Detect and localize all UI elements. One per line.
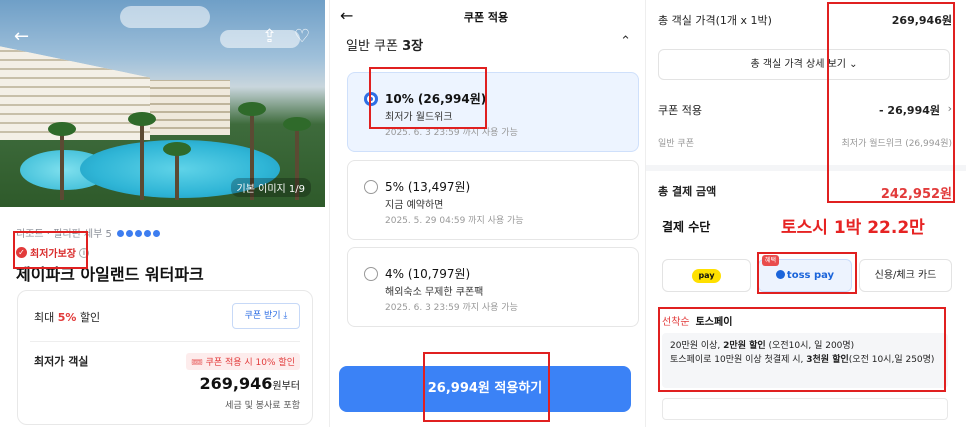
room-price-value: 269,946원: [891, 14, 952, 27]
promo-details: 20만원 이상, 2만원 할인 (오전10시, 일 200명) 토스페이로 10…: [662, 333, 948, 388]
general-coupon-value: 최저가 월드위크 (26,994원): [841, 139, 952, 149]
benefit-badge: 혜택: [762, 255, 780, 266]
lowest-price-badge: ✓ 최저가보장 i: [16, 245, 89, 260]
general-coupon-label: 일반 쿠폰: [658, 139, 694, 149]
coupon-desc: 해외숙소 무제한 쿠폰팩: [385, 287, 484, 298]
next-section: [662, 398, 948, 420]
coupon-discount-tag: 🎟 쿠폰 적용 시 10% 할인: [186, 353, 300, 370]
radio-unselected[interactable]: [364, 267, 378, 281]
card-button[interactable]: 신용/체크 카드: [859, 259, 952, 292]
radio-selected[interactable]: [364, 92, 378, 106]
promo-line-2: 토스페이로 10만원 이상 첫결제 시, 3천원 할인(오전 10시,일 250…: [670, 355, 935, 365]
radio-unselected[interactable]: [364, 180, 378, 194]
coupon-option[interactable]: 10% (26,994원) 최저가 월드위크 2025. 6. 3 23:59 …: [347, 72, 639, 152]
info-icon[interactable]: i: [79, 247, 89, 258]
promo-line-1: 20만원 이상, 2만원 할인 (오전10시, 일 200명): [670, 341, 855, 351]
promo-heading: 선착순 토스페이: [662, 317, 733, 328]
price-card: 최대 5% 할인 쿠폰 받기 ⤓ 최저가 객실 🎟 쿠폰 적용 시 10% 할인…: [17, 290, 313, 425]
coupon-option[interactable]: 4% (10,797원) 해외숙소 무제한 쿠폰팩 2025. 6. 3 23:…: [347, 247, 639, 327]
room-price-row: 총 객실 가격(1개 x 1박) 269,946원: [658, 12, 952, 28]
payment-panel: 총 객실 가격(1개 x 1박) 269,946원 총 객실 가격 상세 보기 …: [645, 0, 966, 427]
coupon-title: 5% (13,497원): [385, 180, 471, 194]
hotel-name: 제이파크 아일랜드 워터파크: [16, 265, 204, 284]
coupon-section-title[interactable]: 일반 쿠폰 3장: [346, 35, 423, 54]
room-label: 최저가 객실: [34, 355, 89, 368]
share-icon[interactable]: ⇪: [262, 28, 277, 46]
payment-method-title: 결제 수단: [662, 220, 711, 234]
total-value: 242,952원: [880, 187, 952, 202]
room-price-detail-button[interactable]: 총 객실 가격 상세 보기 ⌄: [658, 49, 950, 80]
coupon-row[interactable]: 쿠폰 적용 - 26,994원 ›: [658, 102, 952, 118]
room-price-label: 총 객실 가격(1개 x 1박): [658, 14, 772, 27]
total-row: 총 결제 금액 242,952원: [658, 183, 952, 202]
back-icon[interactable]: ←: [14, 28, 29, 46]
coupon-date: 2025. 6. 3 23:59 까지 사용 가능: [385, 303, 518, 313]
promo-tag: 선착순: [662, 317, 690, 328]
kakaopay-logo: pay: [692, 269, 721, 283]
section-divider: [646, 165, 966, 171]
hotel-detail-panel: ← ⇪ ♡ 기본 이미지 1/9 리조트 · 필리핀 세부 5 ✓ 최저가보장 …: [0, 0, 325, 427]
heart-icon[interactable]: ♡: [294, 28, 310, 46]
breadcrumb-text: 리조트 · 필리핀 세부 5: [16, 229, 112, 240]
coupon-value: - 26,994원: [879, 104, 940, 117]
toss-headline: 토스시 1박 22.2만: [781, 218, 925, 238]
coupon-date: 2025. 5. 29 04:59 까지 사용 가능: [385, 216, 524, 226]
discount-percent: 5%: [57, 311, 77, 324]
coupon-title: 10% (26,994원): [385, 92, 487, 106]
coupon-desc: 지금 예약하면: [385, 200, 444, 211]
hotel-photo[interactable]: ← ⇪ ♡ 기본 이미지 1/9: [0, 0, 325, 207]
kakaopay-button[interactable]: pay: [662, 259, 751, 292]
coupon-header: ← 쿠폰 적용: [330, 0, 641, 30]
room-price: 269,946원부터: [199, 374, 300, 393]
divider: [30, 341, 300, 342]
coupon-date: 2025. 6. 3 23:59 까지 사용 가능: [385, 128, 518, 138]
coupon-desc: 최저가 월드위크: [385, 112, 453, 123]
coupon-option[interactable]: 5% (13,497원) 지금 예약하면 2025. 5. 29 04:59 까…: [347, 160, 639, 240]
max-discount: 최대 5% 할인: [34, 311, 101, 324]
chevron-up-icon[interactable]: ⌃: [620, 34, 631, 49]
total-label: 총 결제 금액: [658, 185, 717, 198]
tax-note: 세금 및 봉사료 포함: [225, 401, 300, 411]
ticket-icon: 🎟: [191, 358, 203, 368]
page-title: 쿠폰 적용: [463, 11, 509, 24]
image-counter: 기본 이미지 1/9: [230, 178, 311, 197]
tosspay-logo: toss pay: [775, 270, 834, 281]
get-coupon-button[interactable]: 쿠폰 받기 ⤓: [232, 303, 300, 329]
coupon-label: 쿠폰 적용: [658, 104, 702, 117]
chevron-right-icon[interactable]: ›: [948, 102, 952, 115]
tosspay-button[interactable]: 혜택 toss pay: [758, 255, 852, 292]
check-icon: ✓: [16, 247, 27, 258]
badge-label: 최저가보장: [30, 249, 76, 260]
apply-coupon-button[interactable]: 26,994원 적용하기: [339, 366, 631, 412]
general-coupon-row: 일반 쿠폰 최저가 월드위크 (26,994원): [658, 136, 952, 149]
coupon-panel: ← 쿠폰 적용 일반 쿠폰 3장 ⌃ 10% (26,994원) 최저가 월드위…: [329, 0, 641, 427]
breadcrumb: 리조트 · 필리핀 세부 5: [16, 225, 161, 240]
coupon-title: 4% (10,797원): [385, 267, 471, 281]
